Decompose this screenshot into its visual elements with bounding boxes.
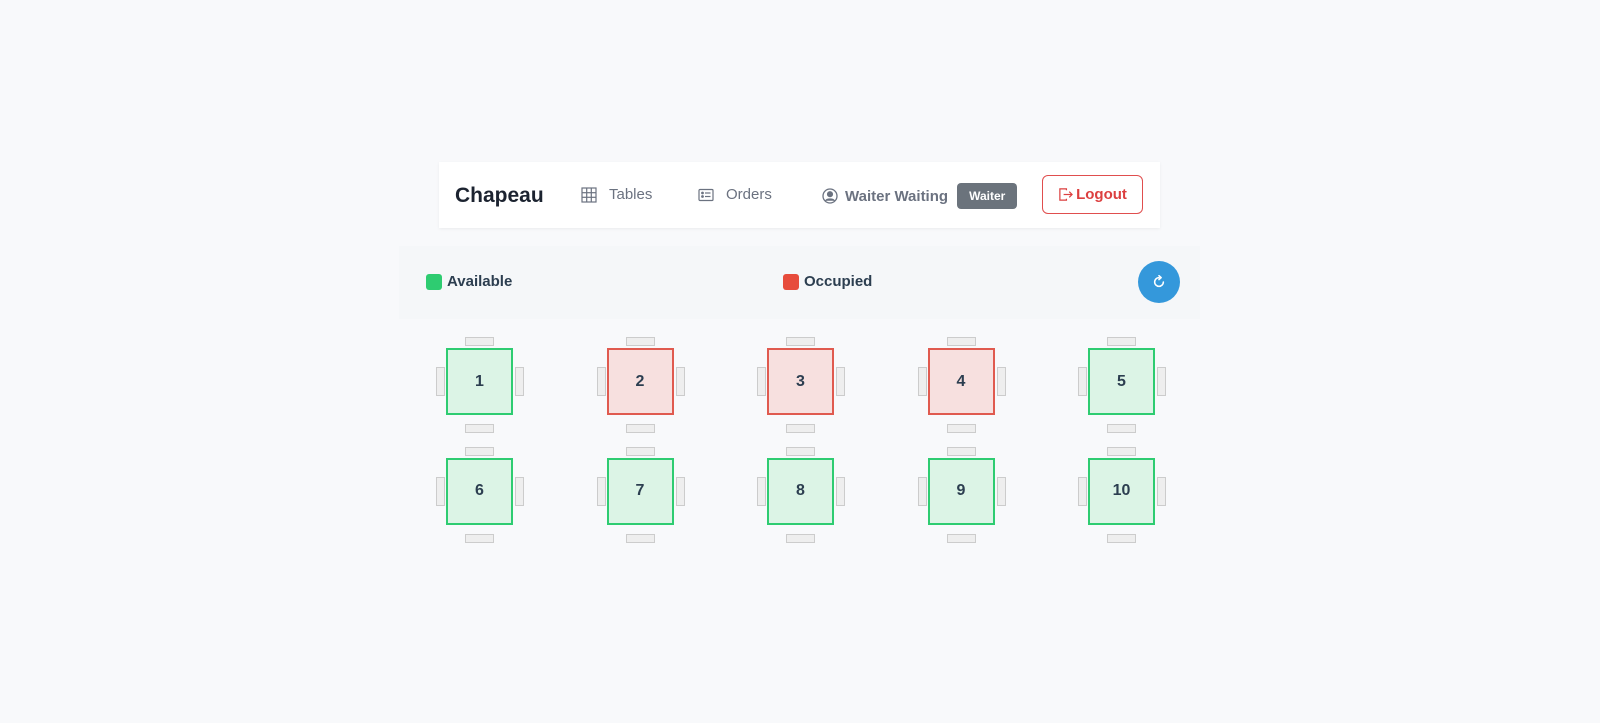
chair-bottom	[465, 424, 494, 433]
chair-right	[996, 476, 1006, 506]
chair-left	[596, 476, 606, 506]
grid-icon	[581, 186, 597, 203]
legend-occupied: Occupied	[783, 273, 872, 290]
table-number: 6	[446, 457, 513, 525]
chair-top	[786, 337, 815, 346]
chair-top	[786, 446, 815, 456]
chair-top	[465, 446, 494, 456]
logout-label: Logout	[1076, 186, 1127, 203]
chair-right	[836, 476, 845, 506]
role-badge: Waiter	[957, 183, 1018, 209]
chair-right	[515, 367, 524, 396]
chair-bottom	[786, 533, 815, 543]
legend-available: Available	[426, 273, 512, 290]
table-number: 5	[1088, 348, 1155, 415]
chair-top	[625, 446, 655, 456]
chair-bottom	[465, 533, 494, 543]
chair-left	[1078, 476, 1087, 506]
nav-tables[interactable]: Tables	[581, 186, 652, 203]
legend-available-label: Available	[447, 273, 513, 290]
table-6[interactable]: 6	[436, 446, 524, 543]
chair-top	[1107, 337, 1136, 346]
chair-top	[946, 337, 976, 346]
chair-right	[515, 476, 524, 506]
chair-right	[1157, 476, 1166, 506]
chair-left	[757, 367, 766, 396]
chair-right	[1157, 367, 1166, 396]
table-number: 3	[767, 348, 834, 415]
chair-bottom	[786, 424, 815, 433]
table-number: 4	[927, 348, 995, 415]
chair-top	[625, 337, 655, 346]
chair-bottom	[946, 424, 976, 433]
chair-right	[836, 367, 845, 396]
top-navbar: Chapeau Tables Orders Waiter Waiting Wai…	[439, 162, 1160, 228]
chair-right	[675, 367, 685, 396]
chair-bottom	[1107, 424, 1136, 433]
table-7[interactable]: 7	[596, 446, 685, 543]
table-number: 9	[927, 457, 995, 525]
table-2[interactable]: 2	[596, 337, 685, 433]
table-number: 2	[606, 348, 674, 415]
table-4[interactable]: 4	[917, 337, 1006, 433]
chair-bottom	[1107, 533, 1136, 543]
table-number: 8	[767, 457, 834, 525]
chair-left	[436, 367, 445, 396]
available-swatch	[426, 273, 442, 290]
user-name: Waiter Waiting	[845, 187, 949, 205]
chair-top	[946, 446, 976, 456]
legend-bar: Available Occupied	[399, 246, 1200, 319]
table-1[interactable]: 1	[436, 337, 524, 433]
refresh-icon	[1153, 275, 1165, 288]
brand-title: Chapeau	[455, 184, 544, 207]
table-10[interactable]: 10	[1078, 446, 1166, 543]
logout-icon	[1059, 188, 1074, 201]
refresh-button[interactable]	[1138, 261, 1180, 303]
current-user: Waiter Waiting Waiter	[822, 183, 1018, 209]
chair-bottom	[946, 533, 976, 543]
chair-top	[465, 337, 494, 346]
table-number: 7	[606, 457, 674, 525]
nav-orders[interactable]: Orders	[698, 186, 772, 203]
table-3[interactable]: 3	[757, 337, 845, 433]
table-number: 10	[1088, 457, 1155, 525]
chair-left	[436, 476, 445, 506]
logout-button[interactable]: Logout	[1042, 175, 1143, 214]
occupied-swatch	[783, 273, 799, 290]
table-8[interactable]: 8	[757, 446, 845, 543]
nav-orders-label: Orders	[726, 186, 772, 203]
list-card-icon	[698, 188, 714, 201]
chair-bottom	[625, 424, 655, 433]
chair-right	[675, 476, 685, 506]
chair-right	[996, 367, 1006, 396]
table-number: 1	[446, 348, 513, 415]
table-5[interactable]: 5	[1078, 337, 1166, 433]
chair-left	[917, 476, 927, 506]
chair-left	[1078, 367, 1087, 396]
chair-left	[917, 367, 927, 396]
chair-bottom	[625, 533, 655, 543]
legend-occupied-label: Occupied	[804, 273, 873, 290]
table-grid: 1 2 3 4 5 6 7 8 9 10	[436, 337, 1166, 543]
nav-tables-label: Tables	[609, 186, 653, 203]
user-circle-icon	[822, 188, 838, 204]
chair-left	[596, 367, 606, 396]
chair-left	[757, 476, 766, 506]
chair-top	[1107, 446, 1136, 456]
table-9[interactable]: 9	[917, 446, 1006, 543]
